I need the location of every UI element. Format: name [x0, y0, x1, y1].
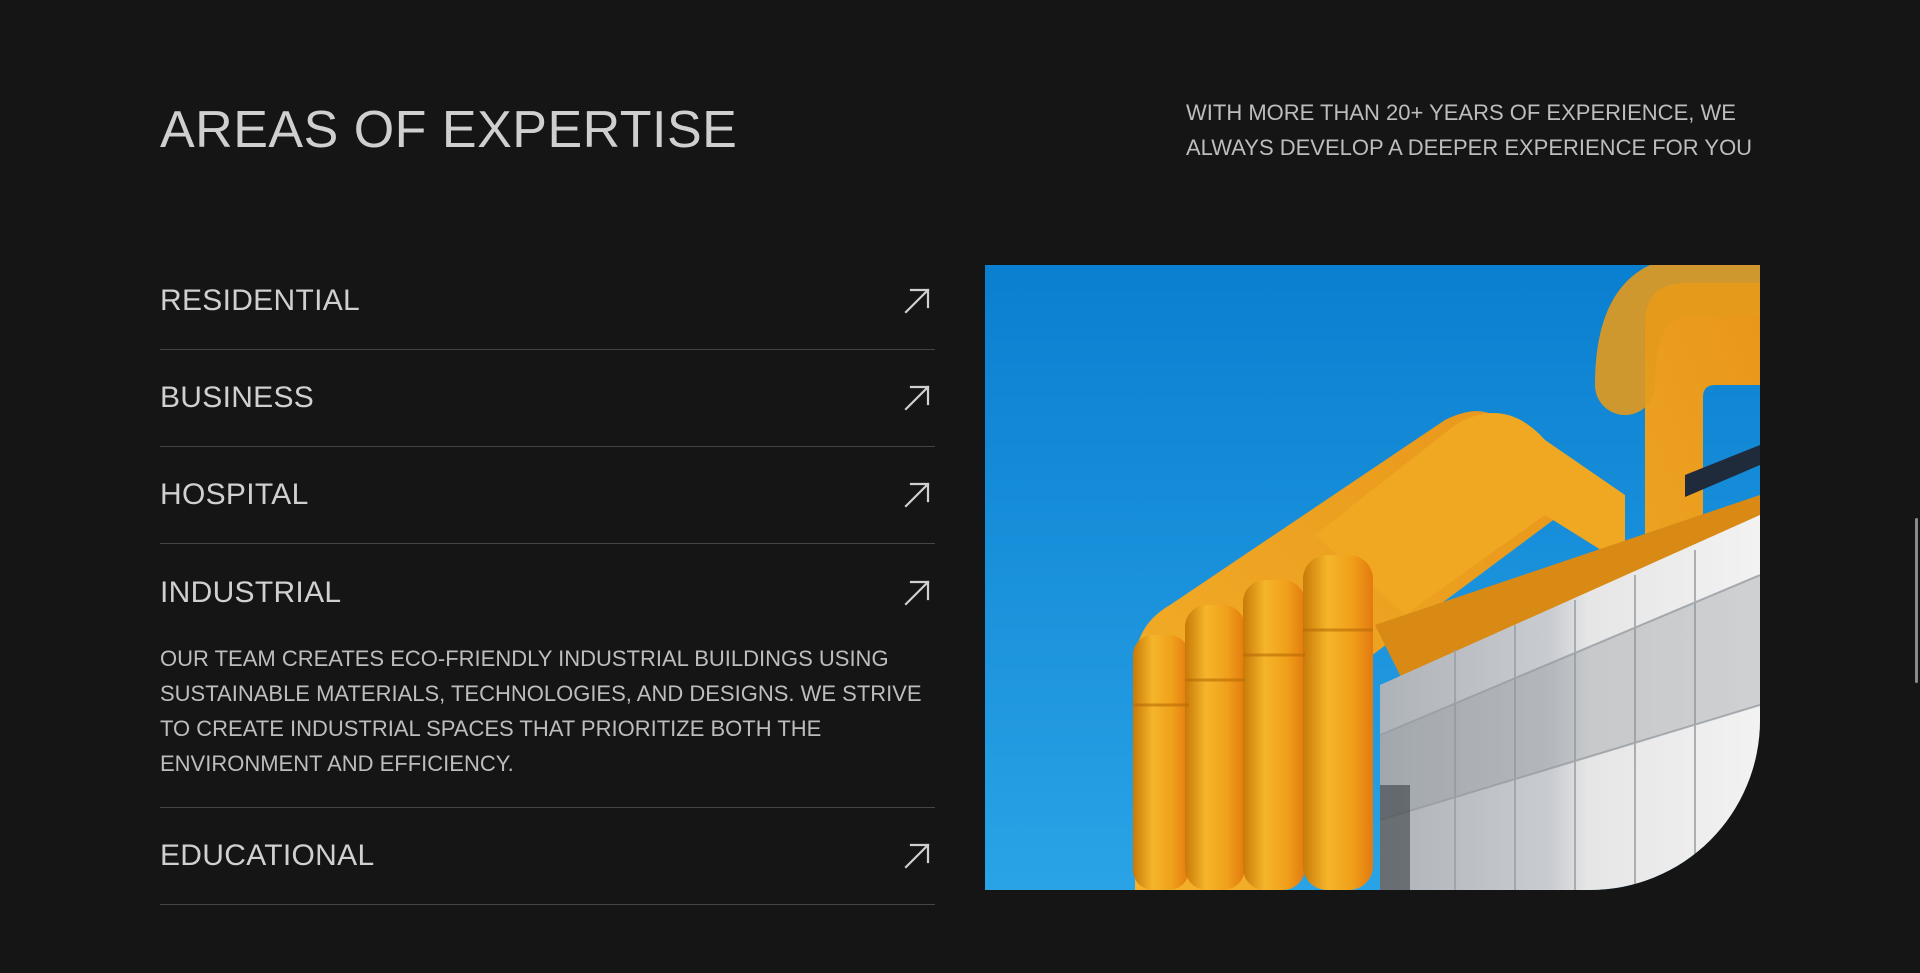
arrow-up-right-icon[interactable] — [902, 841, 932, 871]
accordion-header-educational[interactable]: EDUCATIONAL — [160, 808, 935, 904]
accordion-header-hospital[interactable]: HOSPITAL — [160, 447, 935, 543]
expertise-section: AREAS OF EXPERTISE WITH MORE THAN 20+ YE… — [0, 0, 1920, 973]
accordion-description: OUR TEAM CREATES ECO-FRIENDLY INDUSTRIAL… — [160, 646, 922, 776]
accordion-header-residential[interactable]: RESIDENTIAL — [160, 253, 935, 349]
accordion-label: BUSINESS — [160, 381, 315, 414]
accordion-item-business: BUSINESS — [160, 350, 935, 447]
accordion-header-industrial[interactable]: INDUSTRIAL — [160, 544, 935, 641]
accordion-header-business[interactable]: BUSINESS — [160, 350, 935, 446]
arrow-up-right-icon[interactable] — [902, 480, 932, 510]
accordion-item-industrial: INDUSTRIAL OUR TEAM CREATES ECO-FRIENDLY… — [160, 544, 935, 808]
accordion-item-educational: EDUCATIONAL — [160, 808, 935, 905]
accordion-label: EDUCATIONAL — [160, 839, 375, 872]
arrow-up-right-icon[interactable] — [902, 383, 932, 413]
expertise-accordion: RESIDENTIAL BUSINESS HOSPITAL INDUSTRIAL… — [160, 253, 935, 905]
accordion-item-residential: RESIDENTIAL — [160, 253, 935, 350]
accordion-item-hospital: HOSPITAL — [160, 447, 935, 544]
scrollbar-thumb[interactable] — [1915, 518, 1918, 683]
accordion-label: HOSPITAL — [160, 478, 309, 511]
section-intro: WITH MORE THAN 20+ YEARS OF EXPERIENCE, … — [1186, 100, 1753, 160]
arrow-up-right-icon[interactable] — [902, 286, 932, 316]
accordion-label: INDUSTRIAL — [160, 575, 342, 609]
arrow-up-right-icon[interactable] — [902, 578, 932, 608]
industrial-building-photo — [985, 265, 1760, 890]
accordion-label: RESIDENTIAL — [160, 284, 361, 317]
section-title: AREAS OF EXPERTISE — [160, 101, 738, 159]
